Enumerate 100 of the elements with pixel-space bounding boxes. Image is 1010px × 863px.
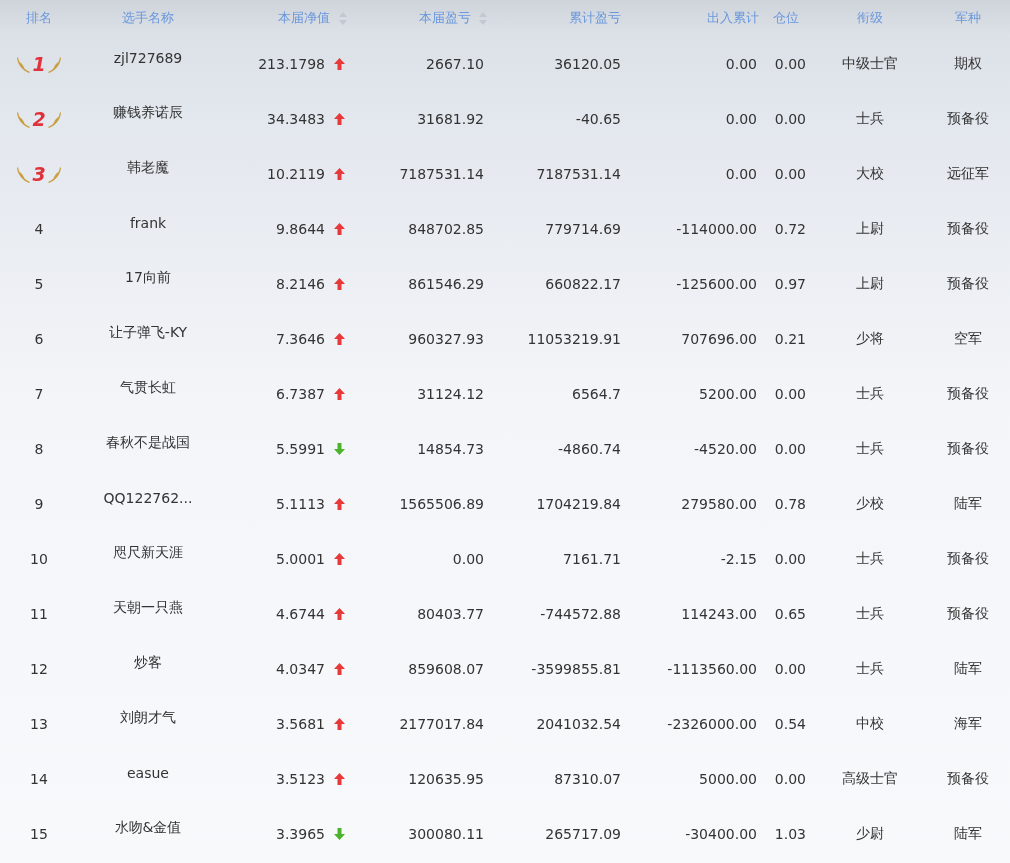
column-header: 排名 [26,9,52,27]
table-cell: 779714.69 [545,220,621,237]
laurel-wing-icon [47,54,61,73]
net-value: 3.3965 [276,825,325,842]
table-cell: 660822.17 [545,275,621,292]
table-cell: 87310.07 [554,770,621,787]
rank-number: 7 [34,385,44,402]
table-cell: 14854.73 [417,440,484,457]
table-cell: 预备役 [946,439,989,458]
rank-number: 11 [30,605,48,622]
net-value: 213.1798 [258,55,325,72]
player-name[interactable]: 韩老魔 [127,158,169,177]
player-name[interactable]: 炒客 [134,653,162,672]
column-header: 仓位 [772,9,799,27]
table-cell: 少将 [856,329,884,348]
table-cell: 士兵 [856,384,884,403]
table-cell: 0.00 [452,550,484,567]
player-name[interactable]: 天朝一只燕 [113,598,183,617]
table-cell: -114000.00 [676,220,757,237]
rank-number: 13 [30,715,48,732]
net-value: 34.3483 [267,110,325,127]
table-cell: 0.00 [774,770,806,787]
table-cell: 0.72 [774,220,806,237]
net-value: 5.5991 [276,440,325,457]
table-cell: 11053219.91 [527,330,621,347]
rank-number: 10 [30,550,48,567]
net-value: 5.1113 [276,495,325,512]
table-cell: 279580.00 [681,495,757,512]
table-cell: 0.21 [774,330,806,347]
table-cell: 预备役 [946,549,989,568]
table-cell: 预备役 [946,384,989,403]
table-cell: 预备役 [946,274,989,293]
player-name[interactable]: 春秋不是战国 [106,433,190,452]
player-name[interactable]: 让子弹飞-KY [108,323,188,342]
table-cell: 大校 [856,164,884,183]
table-cell: 6564.7 [572,385,621,402]
table-cell: 预备役 [946,219,989,238]
table-cell: 中级士官 [842,54,898,73]
player-name[interactable]: 咫尺新天涯 [113,543,183,562]
table-cell: 2667.10 [426,55,484,72]
table-cell: 0.00 [774,660,806,677]
net-value: 4.0347 [276,660,325,677]
net-value: 8.2146 [276,275,325,292]
player-name[interactable]: 赚钱养诺辰 [113,103,183,122]
table-cell: 士兵 [856,109,884,128]
rank-number: 6 [34,330,44,347]
table-cell: 7187531.14 [399,165,484,182]
table-cell: 0.00 [774,550,806,567]
net-value: 6.7387 [276,385,325,402]
player-name[interactable]: frank [129,214,167,231]
table-cell: 0.78 [774,495,806,512]
player-name[interactable]: QQ122762... [103,489,193,506]
table-cell: 预备役 [946,109,989,128]
table-cell: 士兵 [856,659,884,678]
net-value: 9.8644 [276,220,325,237]
table-cell: 远征军 [946,164,989,183]
table-cell: 1704219.84 [536,495,621,512]
table-cell: 7161.71 [563,550,621,567]
table-cell: 0.00 [774,385,806,402]
table-cell: 上尉 [856,274,884,293]
table-cell: 高级士官 [842,769,898,788]
player-name[interactable]: 水吻&金值 [114,818,182,837]
laurel-wing-icon [47,164,61,183]
table-cell: 士兵 [856,604,884,623]
column-header: 衔级 [857,9,883,27]
table-cell: 预备役 [946,769,989,788]
table-cell: -30400.00 [685,825,757,842]
table-cell: 0.65 [774,605,806,622]
table-cell: 少校 [856,494,884,513]
table-cell: 80403.77 [417,605,484,622]
table-cell: 0.97 [774,275,806,292]
column-header: 军种 [954,9,981,27]
rank-number: 1 [32,52,46,75]
table-cell: -1113560.00 [667,660,757,677]
net-value: 3.5681 [276,715,325,732]
table-cell: 848702.85 [408,220,484,237]
table-cell: -3599855.81 [531,660,621,677]
player-name[interactable]: zjl727689 [113,49,183,66]
net-value: 10.2119 [267,165,325,182]
table-cell: 960327.93 [408,330,484,347]
player-name[interactable]: 17向前 [125,268,171,287]
player-name[interactable]: 气贯长虹 [120,378,176,397]
table-cell: 707696.00 [681,330,757,347]
table-cell: 期权 [953,54,982,73]
rank-number: 14 [30,770,48,787]
table-cell: 士兵 [856,549,884,568]
table-cell: -744572.88 [540,605,621,622]
column-header: 选手名称 [122,9,174,27]
table-cell: 0.00 [774,440,806,457]
rank-number: 3 [32,162,46,185]
net-value: 5.0001 [276,550,325,567]
table-cell: -2326000.00 [667,715,757,732]
rank-number: 5 [34,275,44,292]
table-cell: -4860.74 [558,440,621,457]
player-name[interactable]: easue [127,764,169,781]
table-cell: 1565506.89 [399,495,484,512]
table-cell: 2041032.54 [536,715,621,732]
net-value: 4.6744 [276,605,325,622]
table-cell: 中校 [856,714,884,733]
player-name[interactable]: 刘朗才气 [120,708,176,727]
